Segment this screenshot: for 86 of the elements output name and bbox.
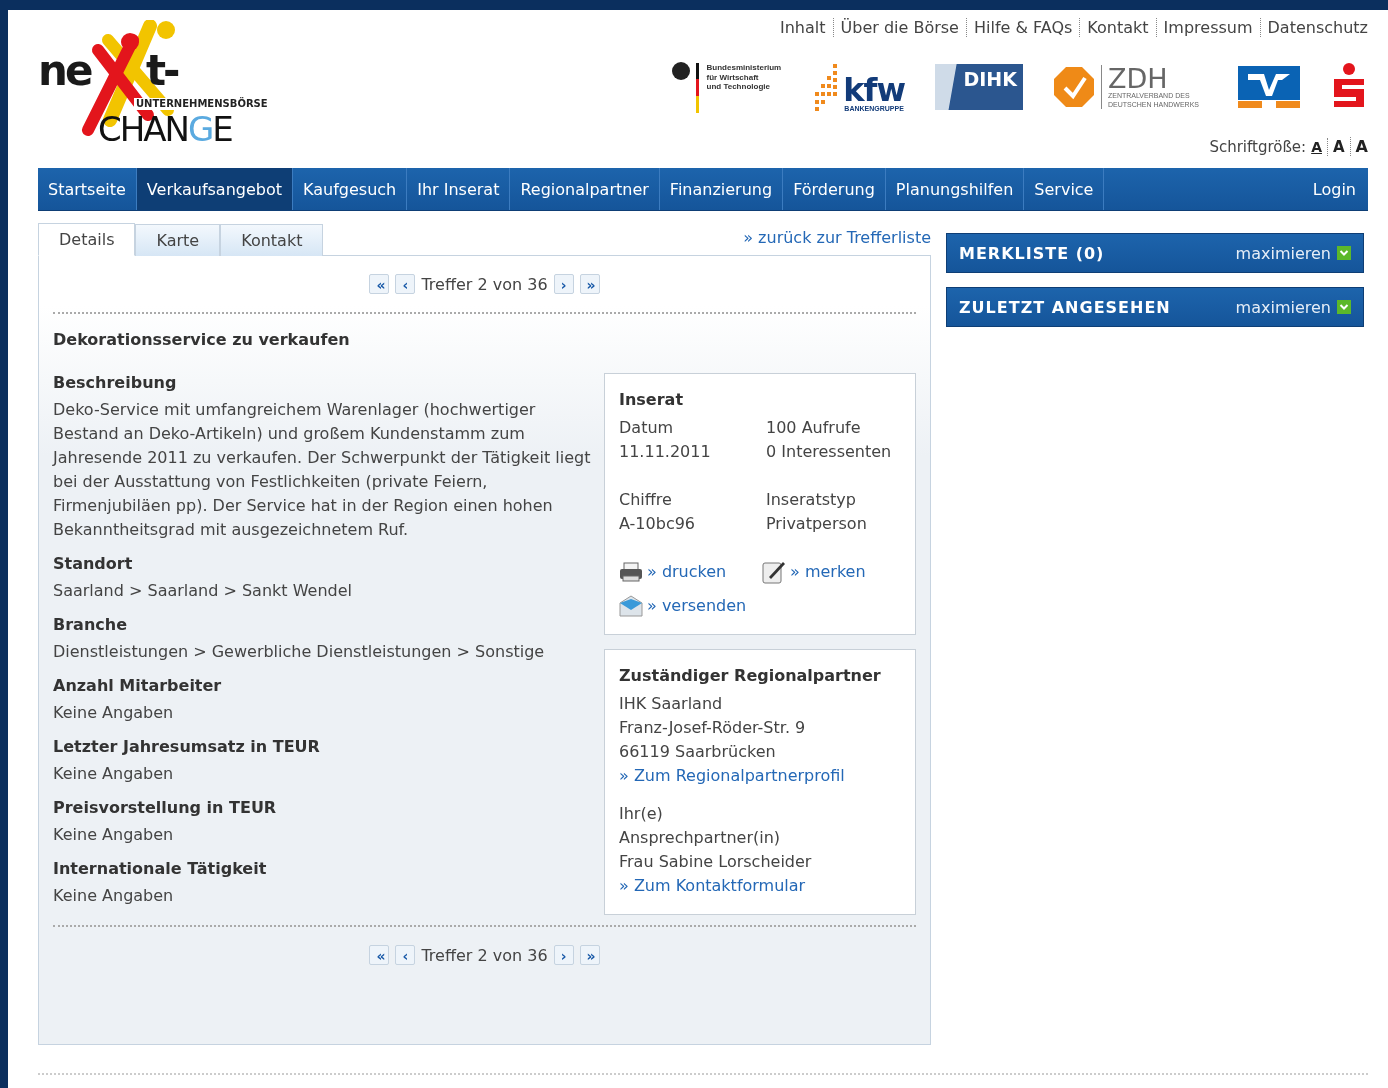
logo-text: ne: [38, 50, 91, 92]
section-text: Dienstleistungen > Gewerbliche Dienstleistungen > Sonstige: [53, 641, 546, 663]
action-link[interactable]: » drucken: [647, 560, 727, 584]
tab[interactable]: Kontakt: [220, 224, 324, 256]
chamber-logo[interactable]: DIHK: [935, 64, 1023, 110]
nav-item[interactable]: Startseite: [38, 168, 137, 210]
contact-form-link[interactable]: » Zum Kontaktformular: [619, 876, 806, 895]
last-page-button[interactable]: »: [579, 274, 600, 294]
maximize-link[interactable]: maximieren: [1235, 297, 1331, 317]
section-heading: Branche: [53, 615, 128, 634]
nav-item[interactable]: Service: [1024, 168, 1105, 210]
info-text: 0 Interessenten: [766, 441, 893, 463]
box-heading: Inserat: [619, 389, 685, 411]
nav-item[interactable]: Regionalpartner: [510, 168, 660, 210]
info-text: 100 Aufrufe: [766, 417, 862, 439]
last-page-button[interactable]: »: [579, 945, 600, 965]
section-text: Deko-Service mit umfangreichem Warenlager (hochwertiger Bestand an Deko-Artikeln) und großem Kundenstamm zum Jahresende 2011 zu verkaufen. Der Schwerpunkt der Tätigkeit liegt bei der Ausstattung von Festlichkeiten (private Feiern, Firmenjubiläen pp). Der Service hat in der Region einen hohen Bekanntheitsgrad mit ausgezeichnetem Ruf.: [53, 399, 592, 541]
info-text: 11.11.2011: [619, 441, 712, 463]
first-page-button[interactable]: «: [369, 945, 390, 965]
listing-title: Dekorationsservice zu verkaufen: [53, 330, 351, 349]
result-counter: Treffer 2 von 36: [421, 274, 548, 294]
section-heading: Anzahl Mitarbeiter: [53, 676, 223, 695]
section-heading: Beschreibung: [53, 373, 178, 392]
login-link[interactable]: Login: [1302, 168, 1368, 210]
contact-line: Frau Sabine Lorscheider: [619, 851, 813, 873]
section-text: Keine Angaben: [53, 885, 175, 907]
first-page-button[interactable]: «: [369, 274, 390, 294]
tab[interactable]: Karte: [135, 224, 221, 256]
top-link[interactable]: Impressum: [1155, 18, 1260, 37]
maximize-link[interactable]: maximieren: [1235, 243, 1331, 263]
previous-page-button[interactable]: ‹: [395, 274, 416, 294]
contact-line: Ihr(e): [619, 803, 664, 825]
next-page-button[interactable]: ›: [553, 945, 574, 965]
notepad-pen-icon: [762, 560, 786, 584]
section-text: Saarland > Saarland > Sankt Wendel: [53, 580, 353, 602]
back-link[interactable]: » zurück zur Trefferliste: [743, 228, 931, 255]
ministry-logo[interactable]: Bundesministerium für Wirtschaft und Technologie: [670, 59, 782, 115]
nav-item[interactable]: Kaufgesuch: [293, 168, 408, 210]
expand-icon[interactable]: [1337, 300, 1351, 314]
info-text: Datum: [619, 417, 675, 439]
cooperative-bank-logo[interactable]: [1238, 66, 1300, 108]
section-heading: Standort: [53, 554, 134, 573]
font-size-option[interactable]: A: [1327, 137, 1350, 156]
top-link[interactable]: Inhalt: [773, 18, 833, 37]
top-link[interactable]: Über die Börse: [832, 18, 966, 37]
section-heading: Preisvorstellung in TEUR: [53, 798, 278, 817]
address-line: IHK Saarland: [619, 693, 724, 715]
nav-item[interactable]: Förderung: [783, 168, 886, 210]
panel-title: MERKLISTE (0): [959, 243, 1105, 263]
logo-text: t-: [146, 50, 178, 92]
address-line: Franz-Josef-Röder-Str. 9: [619, 717, 807, 739]
contact-line: Ansprechpartner(in): [619, 827, 782, 849]
logo-tagline: UNTERNEHMENSBÖRSE: [134, 98, 270, 110]
logo-text: CHANGE: [98, 112, 232, 146]
nav-item[interactable]: Ihr Inserat: [407, 168, 511, 210]
top-link[interactable]: Hilfe & FAQs: [965, 18, 1080, 37]
box-heading: Zuständiger Regionalpartner: [619, 665, 882, 687]
panel-title: ZULETZT ANGESEHEN: [959, 297, 1171, 317]
profile-link[interactable]: » Zum Regionalpartnerprofil: [619, 766, 845, 785]
section-heading: Letzter Jahresumsatz in TEUR: [53, 737, 321, 756]
tab[interactable]: Details: [38, 223, 136, 256]
section-text: Keine Angaben: [53, 824, 175, 846]
top-link[interactable]: Kontakt: [1079, 18, 1156, 37]
action-link[interactable]: » merken: [790, 560, 866, 584]
address-line: 66119 Saarbrücken: [619, 741, 777, 763]
nav-item[interactable]: Planungshilfen: [885, 168, 1025, 210]
nav-item[interactable]: Finanzierung: [659, 168, 784, 210]
section-text: Keine Angaben: [53, 763, 175, 785]
next-page-button[interactable]: ›: [553, 274, 574, 294]
nav-item[interactable]: Verkaufsangebot: [136, 168, 293, 210]
action-link[interactable]: » versenden: [647, 594, 747, 618]
info-text: A-10bc96: [619, 513, 697, 535]
previous-page-button[interactable]: ‹: [395, 945, 416, 965]
info-text: Inseratstyp: [766, 489, 857, 511]
font-size-label: Schriftgröße:: [1209, 137, 1307, 156]
section-heading: Internationale Tätigkeit: [53, 859, 268, 878]
section-text: Keine Angaben: [53, 702, 175, 724]
envelope-icon: [619, 595, 643, 617]
font-size-option[interactable]: A: [1306, 138, 1327, 155]
top-link[interactable]: Datenschutz: [1259, 18, 1368, 37]
font-size-option[interactable]: A: [1349, 137, 1368, 156]
info-text: Chiffre: [619, 489, 673, 511]
expand-icon[interactable]: [1337, 246, 1351, 260]
result-counter: Treffer 2 von 36: [421, 945, 548, 965]
printer-icon: [619, 562, 643, 582]
info-text: Privatperson: [766, 513, 868, 535]
